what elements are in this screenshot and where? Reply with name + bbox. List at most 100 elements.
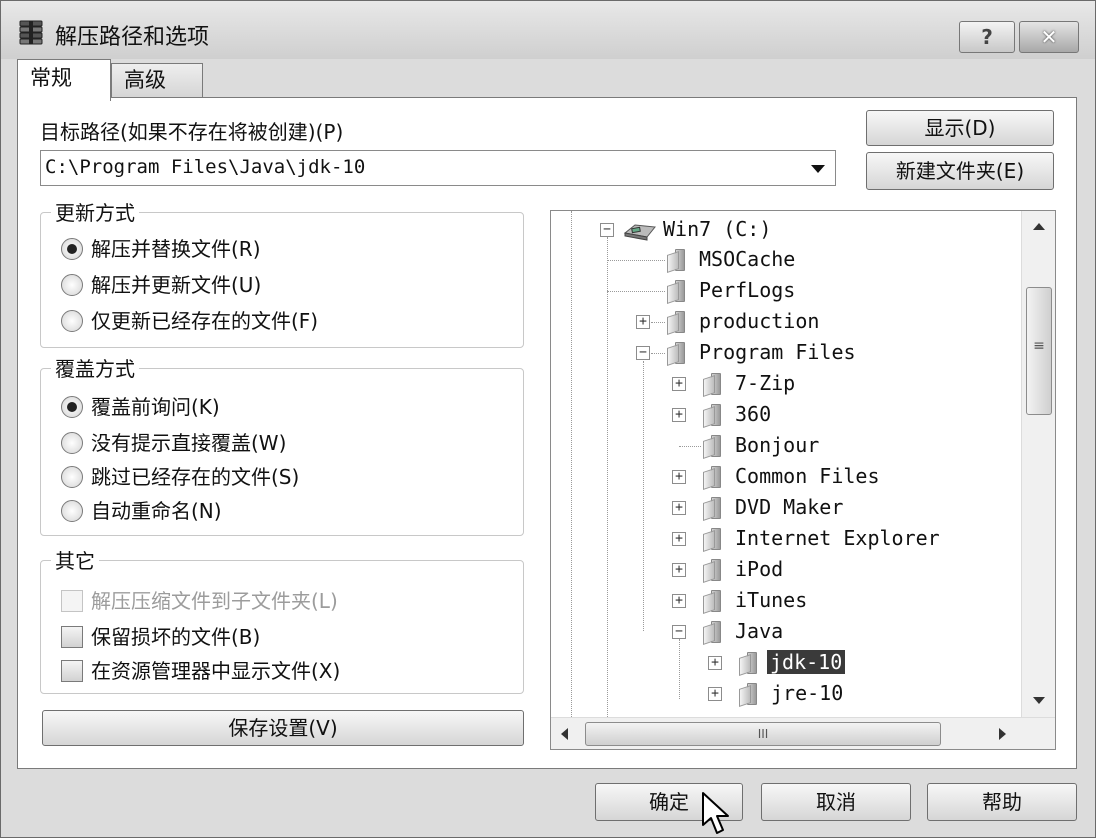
help-title-button[interactable]: ? (959, 21, 1015, 53)
tree-item-label: DVD Maker (735, 495, 844, 519)
scroll-down-arrow-icon[interactable] (1033, 697, 1045, 704)
help-button[interactable]: 帮助 (927, 783, 1077, 821)
radio-skip-existing[interactable]: 跳过已经存在的文件(S) (61, 461, 299, 490)
expand-icon[interactable]: + (708, 687, 722, 701)
tree-item-label: Win7 (C:) (663, 217, 772, 241)
tree-item[interactable]: + iTunes (551, 588, 1021, 614)
tree-item-label: PerfLogs (699, 278, 796, 302)
misc-options-group: 其它 解压压缩文件到子文件夹(L) 保留损坏的文件(B) 在资源管理器中显示文件… (40, 545, 524, 694)
tree-connector (651, 353, 665, 354)
general-tab-panel: 目标路径(如果不存在将被创建)(P) C:\Program Files\Java… (17, 97, 1077, 769)
checkbox-label: 保留损坏的文件(B) (91, 625, 261, 649)
save-settings-button[interactable]: 保存设置(V) (42, 710, 524, 746)
tree-item-label: Internet Explorer (735, 526, 940, 550)
new-folder-button[interactable]: 新建文件夹(E) (866, 152, 1054, 190)
tree-item[interactable]: Bonjour (551, 433, 1021, 459)
tab-advanced[interactable]: 高级 (111, 63, 203, 99)
folder-icon (667, 280, 687, 304)
radio-ask-before-overwrite[interactable]: 覆盖前询问(K) (61, 391, 220, 420)
vertical-scrollbar[interactable]: ≡ (1021, 211, 1055, 717)
destination-path-value[interactable]: C:\Program Files\Java\jdk-10 (45, 156, 365, 178)
folder-icon (739, 683, 759, 707)
drive-icon (623, 224, 656, 241)
folder-icon (667, 342, 687, 366)
radio-icon[interactable] (61, 431, 83, 454)
radio-icon[interactable] (61, 273, 83, 296)
folder-icon (739, 652, 759, 676)
tree-item-label: Program Files (699, 340, 856, 364)
expand-icon[interactable]: + (636, 315, 650, 329)
radio-label: 覆盖前询问(K) (91, 395, 220, 419)
horizontal-scrollbar[interactable]: III (551, 717, 1055, 749)
update-mode-group: 更新方式 解压并替换文件(R) 解压并更新文件(U) 仅更新已经存在的文件(F) (40, 197, 524, 348)
tree-item-label: iPod (735, 557, 784, 581)
title-bar[interactable]: 解压路径和选项 ? ✕ (1, 1, 1095, 59)
expand-icon[interactable]: + (672, 408, 686, 422)
cancel-button[interactable]: 取消 (761, 783, 911, 821)
tree-item[interactable]: + production (551, 309, 1021, 335)
radio-selected-icon[interactable] (61, 237, 83, 260)
checkbox-icon (61, 589, 83, 612)
radio-overwrite-without-prompt[interactable]: 没有提示直接覆盖(W) (61, 427, 286, 456)
scroll-right-arrow-icon[interactable] (999, 728, 1006, 740)
tree-connector (679, 446, 701, 447)
tab-general[interactable]: 常规 (17, 59, 111, 101)
tree-item[interactable]: + Internet Explorer (551, 526, 1021, 552)
checkbox-keep-broken-files[interactable]: 保留损坏的文件(B) (61, 621, 260, 650)
checkbox-show-in-explorer[interactable]: 在资源管理器中显示文件(X) (61, 655, 340, 684)
tree-item-drive[interactable]: − Win7 (C:) (551, 217, 1021, 243)
tree-item[interactable]: + 7-Zip (551, 371, 1021, 397)
scroll-left-arrow-icon[interactable] (561, 728, 568, 740)
expand-icon[interactable]: + (672, 532, 686, 546)
update-mode-title: 更新方式 (51, 197, 139, 226)
radio-extract-update[interactable]: 解压并更新文件(U) (61, 269, 261, 298)
radio-auto-rename[interactable]: 自动重命名(N) (61, 495, 222, 524)
radio-icon[interactable] (61, 499, 83, 522)
tree-item[interactable]: − Program Files (551, 340, 1021, 366)
expand-icon[interactable]: + (672, 594, 686, 608)
scroll-up-arrow-icon[interactable] (1033, 223, 1045, 230)
folder-icon (667, 249, 687, 273)
tree-item[interactable]: + iPod (551, 557, 1021, 583)
radio-extract-replace[interactable]: 解压并替换文件(R) (61, 233, 261, 262)
tree-item-label: jre-10 (771, 681, 844, 705)
radio-label: 没有提示直接覆盖(W) (91, 431, 287, 455)
folder-icon (703, 621, 723, 645)
tree-item[interactable]: + DVD Maker (551, 495, 1021, 521)
window-title: 解压路径和选项 (55, 25, 210, 50)
radio-icon[interactable] (61, 309, 83, 332)
tree-item[interactable]: − Java (551, 619, 1021, 645)
expand-icon[interactable]: + (672, 501, 686, 515)
overwrite-mode-group: 覆盖方式 覆盖前询问(K) 没有提示直接覆盖(W) 跳过已经存在的文件(S) 自… (40, 353, 524, 536)
close-button[interactable]: ✕ (1019, 21, 1079, 53)
folder-tree[interactable]: − Win7 (C:) MSOCache PerfLogs + producti… (550, 210, 1056, 750)
collapse-icon[interactable]: − (636, 346, 650, 360)
radio-label: 自动重命名(N) (91, 499, 222, 523)
radio-icon[interactable] (61, 465, 83, 488)
radio-update-existing[interactable]: 仅更新已经存在的文件(F) (61, 305, 318, 334)
show-button[interactable]: 显示(D) (866, 110, 1054, 146)
tree-item[interactable]: + Common Files (551, 464, 1021, 490)
tree-item[interactable]: PerfLogs (551, 278, 1021, 304)
radio-label: 解压并替换文件(R) (91, 237, 261, 261)
dropdown-arrow-icon[interactable] (811, 165, 825, 173)
tree-item-selected[interactable]: + jdk-10 (551, 650, 1021, 676)
radio-label: 仅更新已经存在的文件(F) (91, 309, 319, 333)
collapse-icon[interactable]: − (600, 223, 614, 237)
checkbox-icon[interactable] (61, 625, 83, 648)
expand-icon[interactable]: + (672, 470, 686, 484)
expand-icon[interactable]: + (672, 377, 686, 391)
tree-item[interactable]: + 360 (551, 402, 1021, 428)
expand-icon[interactable]: + (672, 563, 686, 577)
vertical-scroll-thumb[interactable]: ≡ (1026, 287, 1052, 415)
horizontal-scroll-thumb[interactable]: III (585, 722, 941, 746)
checkbox-extract-to-subfolder: 解压压缩文件到子文件夹(L) (61, 585, 338, 614)
tree-item[interactable]: MSOCache (551, 247, 1021, 273)
destination-path-combobox[interactable]: C:\Program Files\Java\jdk-10 (40, 150, 836, 186)
checkbox-icon[interactable] (61, 659, 83, 682)
radio-selected-icon[interactable] (61, 395, 83, 418)
expand-icon[interactable]: + (708, 656, 722, 670)
collapse-icon[interactable]: − (672, 625, 686, 639)
tree-item-label: Common Files (735, 464, 880, 488)
tree-item[interactable]: + jre-10 (551, 681, 1021, 707)
